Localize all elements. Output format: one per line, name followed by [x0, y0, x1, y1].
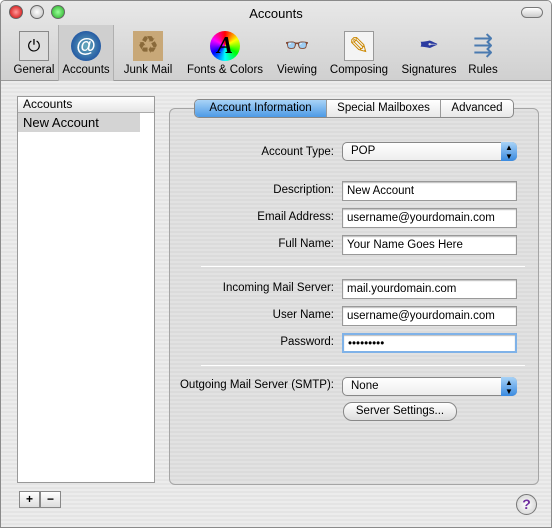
password-label: Password: [280, 336, 334, 348]
toolbar-signatures[interactable]: ✒ Signatures [397, 25, 461, 81]
toolbar-toggle-button[interactable] [521, 7, 543, 18]
accounts-list-header[interactable]: Accounts [18, 97, 140, 113]
list-header-corner [139, 97, 154, 113]
at-icon: @ [71, 31, 101, 61]
tab-advanced[interactable]: Advanced [441, 100, 513, 117]
toolbar-general[interactable]: ⏻ General [9, 25, 59, 81]
divider [201, 365, 525, 366]
tab-account-information[interactable]: Account Information [195, 100, 327, 117]
email-field[interactable]: username@yourdomain.com [342, 208, 517, 228]
updown-arrows-icon: ▲ ▼ [501, 377, 517, 396]
user-name-field[interactable]: username@yourdomain.com [342, 306, 517, 326]
tab-bar: Account Information Special Mailboxes Ad… [194, 99, 514, 118]
switch-icon: ⏻ [19, 31, 49, 61]
pen-icon: ✒ [418, 32, 440, 59]
tab-special-mailboxes[interactable]: Special Mailboxes [327, 100, 441, 117]
toolbar-rules[interactable]: ⇶ Rules [461, 25, 505, 81]
toolbar-fonts-colors[interactable]: A Fonts & Colors [181, 25, 269, 81]
toolbar-viewing[interactable]: 👓 Viewing [271, 25, 323, 81]
preferences-window: Accounts ⏻ General @ Accounts ♻ Junk Mail A… [0, 0, 552, 528]
rules-icon: ⇶ [472, 32, 494, 59]
accounts-list[interactable]: Accounts New Account [17, 96, 155, 483]
email-label: Email Address: [257, 211, 334, 223]
account-type-value: POP [351, 145, 376, 157]
junk-mail-icon: ♻ [133, 31, 163, 61]
add-account-button[interactable]: + [19, 491, 40, 508]
glasses-icon: 👓 [284, 35, 310, 57]
fonts-colors-icon: A [210, 31, 240, 61]
updown-arrows-icon: ▲ ▼ [501, 142, 517, 161]
description-field[interactable]: New Account [342, 181, 517, 201]
password-field[interactable]: ••••••••• [342, 333, 517, 353]
pencil-paper-icon: ✎ [344, 31, 374, 61]
smtp-select[interactable]: None ▲ ▼ [342, 377, 517, 396]
incoming-server-field[interactable]: mail.yourdomain.com [342, 279, 517, 299]
full-name-field[interactable]: Your Name Goes Here [342, 235, 517, 255]
account-type-label: Account Type: [261, 146, 334, 158]
toolbar-junk-mail[interactable]: ♻ Junk Mail [118, 25, 178, 81]
divider [201, 266, 525, 267]
server-settings-button[interactable]: Server Settings... [343, 402, 457, 421]
full-name-label: Full Name: [278, 238, 334, 250]
user-name-label: User Name: [272, 309, 334, 321]
description-label: Description: [273, 184, 334, 196]
account-type-select[interactable]: POP ▲ ▼ [342, 142, 517, 161]
toolbar-accounts[interactable]: @ Accounts [58, 25, 114, 81]
toolbar-composing[interactable]: ✎ Composing [326, 25, 392, 81]
help-button[interactable]: ? [516, 494, 537, 515]
incoming-server-label: Incoming Mail Server: [222, 282, 334, 294]
smtp-label: Outgoing Mail Server (SMTP): [179, 379, 334, 391]
smtp-value: None [351, 380, 379, 392]
remove-account-button[interactable]: − [40, 491, 61, 508]
list-item[interactable]: New Account [18, 113, 140, 132]
window-title: Accounts [249, 6, 303, 21]
